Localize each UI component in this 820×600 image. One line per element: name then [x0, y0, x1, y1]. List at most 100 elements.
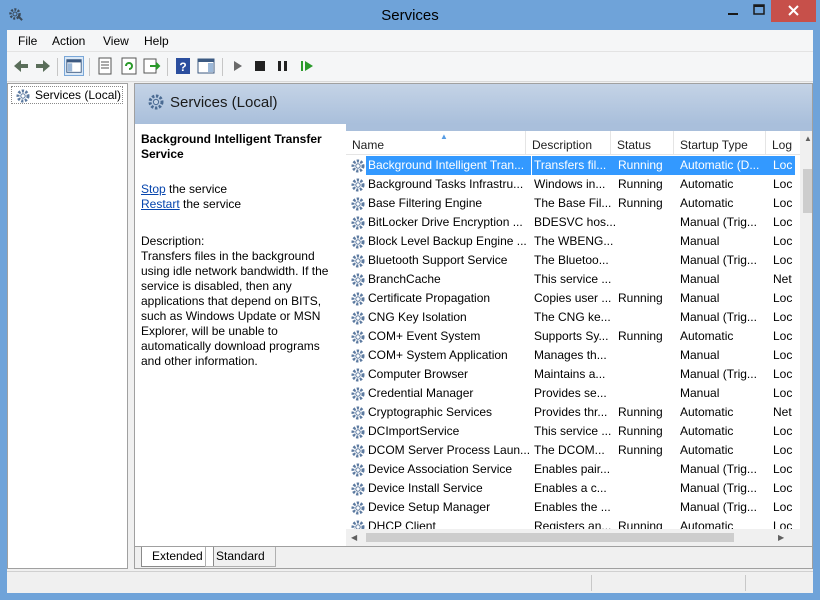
back-icon[interactable] [11, 56, 31, 76]
service-description-cell: Copies user ... [534, 291, 612, 305]
service-gear-icon [351, 216, 365, 230]
service-startup-cell: Manual (Trig... [680, 215, 757, 229]
tree-item-label: Services (Local) [35, 88, 122, 102]
service-name-cell: Background Tasks Infrastru... [368, 177, 524, 191]
help-icon[interactable]: ? [173, 56, 193, 76]
table-row[interactable]: Computer Browser Maintains a... Manual (Tr… [346, 365, 795, 384]
scroll-right-icon[interactable]: ▶ [778, 533, 784, 542]
export-list-icon[interactable] [141, 56, 161, 76]
tab-extended[interactable]: Extended [141, 547, 214, 567]
service-status-cell [616, 270, 678, 289]
table-row[interactable]: Block Level Backup Engine ... The WBENG..… [346, 232, 795, 251]
service-description-cell: This service ... [534, 272, 612, 286]
table-row[interactable]: Device Association Service Enables pair..… [346, 460, 795, 479]
table-row[interactable]: Background Intelligent Tran... Transfers … [346, 156, 795, 175]
table-row[interactable]: Bluetooth Support Service The Bluetoo... M… [346, 251, 795, 270]
service-status-cell: Running [618, 405, 663, 419]
service-logon-cell: Loc [773, 462, 793, 476]
table-row[interactable]: DCImportService This service ... Running Au… [346, 422, 795, 441]
column-header-status[interactable]: Status [611, 131, 674, 155]
minimize-button[interactable] [719, 0, 747, 22]
service-logon-cell: Loc [773, 291, 793, 305]
table-row[interactable]: BitLocker Drive Encryption ... BDESVC hos… [346, 213, 795, 232]
close-button[interactable] [771, 0, 816, 22]
stop-service-link[interactable]: Stop [141, 182, 166, 196]
service-gear-icon [351, 311, 365, 325]
table-row[interactable]: DCOM Server Process Laun... The DCOM... Ru… [346, 441, 795, 460]
pause-service-icon[interactable] [273, 56, 293, 76]
maximize-button[interactable] [746, 0, 774, 22]
properties-icon[interactable] [95, 56, 115, 76]
service-status-cell [616, 232, 678, 251]
table-row[interactable]: COM+ System Application Manages th... Manu… [346, 346, 795, 365]
service-startup-cell: Manual [680, 234, 720, 248]
service-status-cell: Running [618, 424, 663, 438]
tab-standard[interactable]: Standard [205, 547, 276, 567]
service-name-cell: Block Level Backup Engine ... [368, 234, 527, 248]
table-row[interactable]: Device Install Service Enables a c... Manu… [346, 479, 795, 498]
stop-service-icon[interactable] [250, 56, 270, 76]
vertical-scroll-thumb[interactable] [803, 169, 812, 213]
table-row[interactable]: Base Filtering Engine The Base Fil... Runn… [346, 194, 795, 213]
services-gear-icon [148, 94, 164, 110]
title-bar[interactable]: Services [0, 0, 820, 30]
restart-service-link[interactable]: Restart [141, 197, 180, 211]
table-row[interactable]: BranchCache This service ... Manual Net [346, 270, 795, 289]
service-startup-cell: Manual [680, 348, 720, 362]
menu-bar: File Action View Help [7, 30, 813, 52]
table-row[interactable]: Certificate Propagation Copies user ... Ru… [346, 289, 795, 308]
action-pane-icon[interactable] [196, 56, 216, 76]
table-row[interactable]: Background Tasks Infrastru... Windows in.… [346, 175, 795, 194]
table-row[interactable]: Cryptographic Services Provides thr... Run… [346, 403, 795, 422]
service-description-cell: Manages th... [534, 348, 607, 362]
column-header-description[interactable]: Description [526, 131, 611, 155]
service-name-cell: Computer Browser [368, 367, 469, 381]
refresh-icon[interactable] [119, 56, 139, 76]
menu-action[interactable]: Action [52, 34, 85, 48]
table-row[interactable]: CNG Key Isolation The CNG ke... Manual (Tr… [346, 308, 795, 327]
column-header-label: Startup Type [680, 138, 748, 152]
service-startup-cell: Manual [680, 386, 720, 400]
horizontal-scroll-thumb[interactable] [366, 533, 734, 542]
service-logon-cell: Net [773, 405, 792, 419]
service-gear-icon [351, 330, 365, 344]
service-startup-cell: Automatic (D... [678, 156, 772, 175]
service-description-cell: The Bluetoo... [534, 253, 609, 267]
horizontal-scrollbar[interactable]: ◀ ▶ [346, 529, 812, 546]
service-actions: Stop the service Restart the service [141, 182, 340, 212]
service-description-cell: Maintains a... [534, 367, 606, 381]
service-logon-cell: Loc [773, 234, 793, 248]
start-service-icon[interactable] [228, 56, 248, 76]
vertical-scrollbar[interactable]: ▲ [800, 131, 812, 529]
pane-header: Services (Local) [135, 84, 812, 124]
table-row[interactable]: COM+ Event System Supports Sy... Running Au… [346, 327, 795, 346]
service-startup-cell: Manual [680, 291, 720, 305]
column-header-name[interactable]: Name [346, 131, 526, 155]
restart-service-icon[interactable] [297, 56, 317, 76]
service-logon-cell: Loc [773, 177, 793, 191]
menu-file[interactable]: File [18, 34, 37, 48]
status-section [745, 575, 746, 591]
column-header-startup-type[interactable]: Startup Type [674, 131, 766, 155]
service-gear-icon [351, 482, 365, 496]
service-description-cell: The WBENG... [534, 234, 614, 248]
service-status-cell: Running [618, 177, 663, 191]
service-status-cell: Running [618, 196, 663, 210]
menu-help[interactable]: Help [144, 34, 169, 48]
column-header-label: Name [352, 138, 385, 152]
service-logon-cell: Loc [773, 367, 793, 381]
list-header: Name ▲ Description Status Startup Type L… [346, 131, 812, 155]
scroll-left-icon[interactable]: ◀ [351, 533, 357, 542]
show-hide-console-tree-icon[interactable] [64, 56, 84, 76]
forward-icon[interactable] [33, 56, 53, 76]
table-row[interactable]: Credential Manager Provides se... Manual Lo… [346, 384, 795, 403]
menu-view[interactable]: View [103, 34, 129, 48]
service-startup-cell: Manual (Trig... [680, 310, 757, 324]
tree-item-services-local[interactable]: Services (Local) [11, 86, 123, 104]
stop-action: Stop the service [141, 182, 340, 197]
service-name-cell: DCImportService [368, 424, 460, 438]
scroll-up-icon[interactable]: ▲ [804, 134, 812, 143]
table-row[interactable]: Device Setup Manager Enables the ... Manua… [346, 498, 795, 517]
service-startup-cell: Manual (Trig... [680, 367, 757, 381]
service-name-cell: Cryptographic Services [368, 405, 493, 419]
